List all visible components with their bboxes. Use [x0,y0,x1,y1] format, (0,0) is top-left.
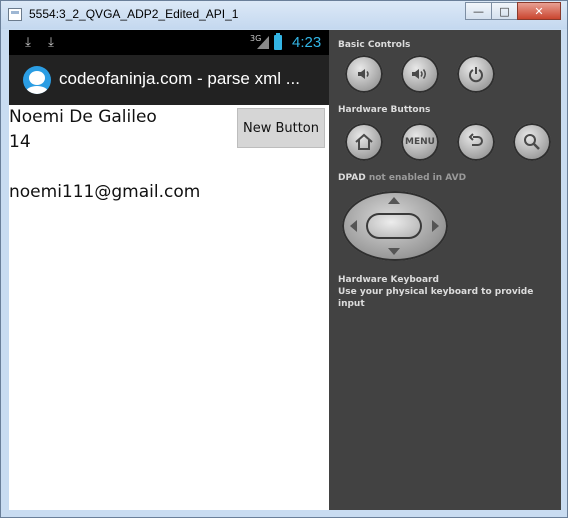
dpad-center-button[interactable] [366,213,422,239]
title-bar[interactable]: 5554:3_2_QVGA_ADP2_Edited_API_1 — □ ✕ [1,1,567,29]
volume-down-icon[interactable] [345,55,383,93]
power-icon[interactable] [457,55,495,93]
window-icon [8,8,22,21]
email-text: noemi111@gmail.com [9,182,201,202]
close-button[interactable]: ✕ [517,2,561,20]
dpad-title: DPAD [338,173,366,183]
device-screen[interactable]: ⤓ ⤓ 3G 4:23 codeofaninja.com - parse xml… [9,30,329,510]
maximize-button[interactable]: □ [491,2,518,20]
battery-icon [274,33,282,50]
hardware-buttons-label: Hardware Buttons [338,105,431,115]
home-icon[interactable] [345,123,383,161]
signal-icon [257,36,269,49]
dpad-down-icon[interactable] [388,248,400,255]
control-panel: Basic Controls Hardware Buttons MENU DPA… [329,30,561,510]
app-logo-icon[interactable] [23,66,51,94]
dpad-right-icon[interactable] [432,220,439,232]
status-time: 4:23 [292,34,322,51]
keyboard-title: Hardware Keyboard [338,275,439,285]
volume-up-icon[interactable] [401,55,439,93]
main-content: Noemi De Galileo 14 noemi111@gmail.com N… [9,105,329,510]
dpad-left-icon[interactable] [350,220,357,232]
dpad[interactable] [342,191,448,261]
new-button[interactable]: New Button [237,108,325,148]
back-icon[interactable] [457,123,495,161]
dpad-up-icon[interactable] [388,197,400,204]
age-text: 14 [9,132,31,152]
dpad-note: not enabled in AVD [368,173,467,183]
download-icon: ⤓ [25,35,31,50]
window-title: 5554:3_2_QVGA_ADP2_Edited_API_1 [29,7,239,21]
keyboard-note: Use your physical keyboard to provide in… [338,287,534,309]
app-title: codeofaninja.com - parse xml ... [59,69,300,88]
menu-button[interactable]: MENU [401,123,439,161]
name-text: Noemi De Galileo [9,107,157,127]
status-bar: ⤓ ⤓ 3G 4:23 [9,30,329,55]
basic-controls-label: Basic Controls [338,40,411,50]
keyboard-info: Hardware Keyboard Use your physical keyb… [338,274,561,310]
dpad-label: DPAD not enabled in AVD [338,173,466,183]
action-bar: codeofaninja.com - parse xml ... [9,55,329,105]
window-controls: — □ ✕ [465,2,561,20]
search-icon[interactable] [513,123,551,161]
minimize-button[interactable]: — [465,2,492,20]
download-icon: ⤓ [48,35,54,50]
emulator-window: 5554:3_2_QVGA_ADP2_Edited_API_1 — □ ✕ ⤓ … [0,0,568,518]
